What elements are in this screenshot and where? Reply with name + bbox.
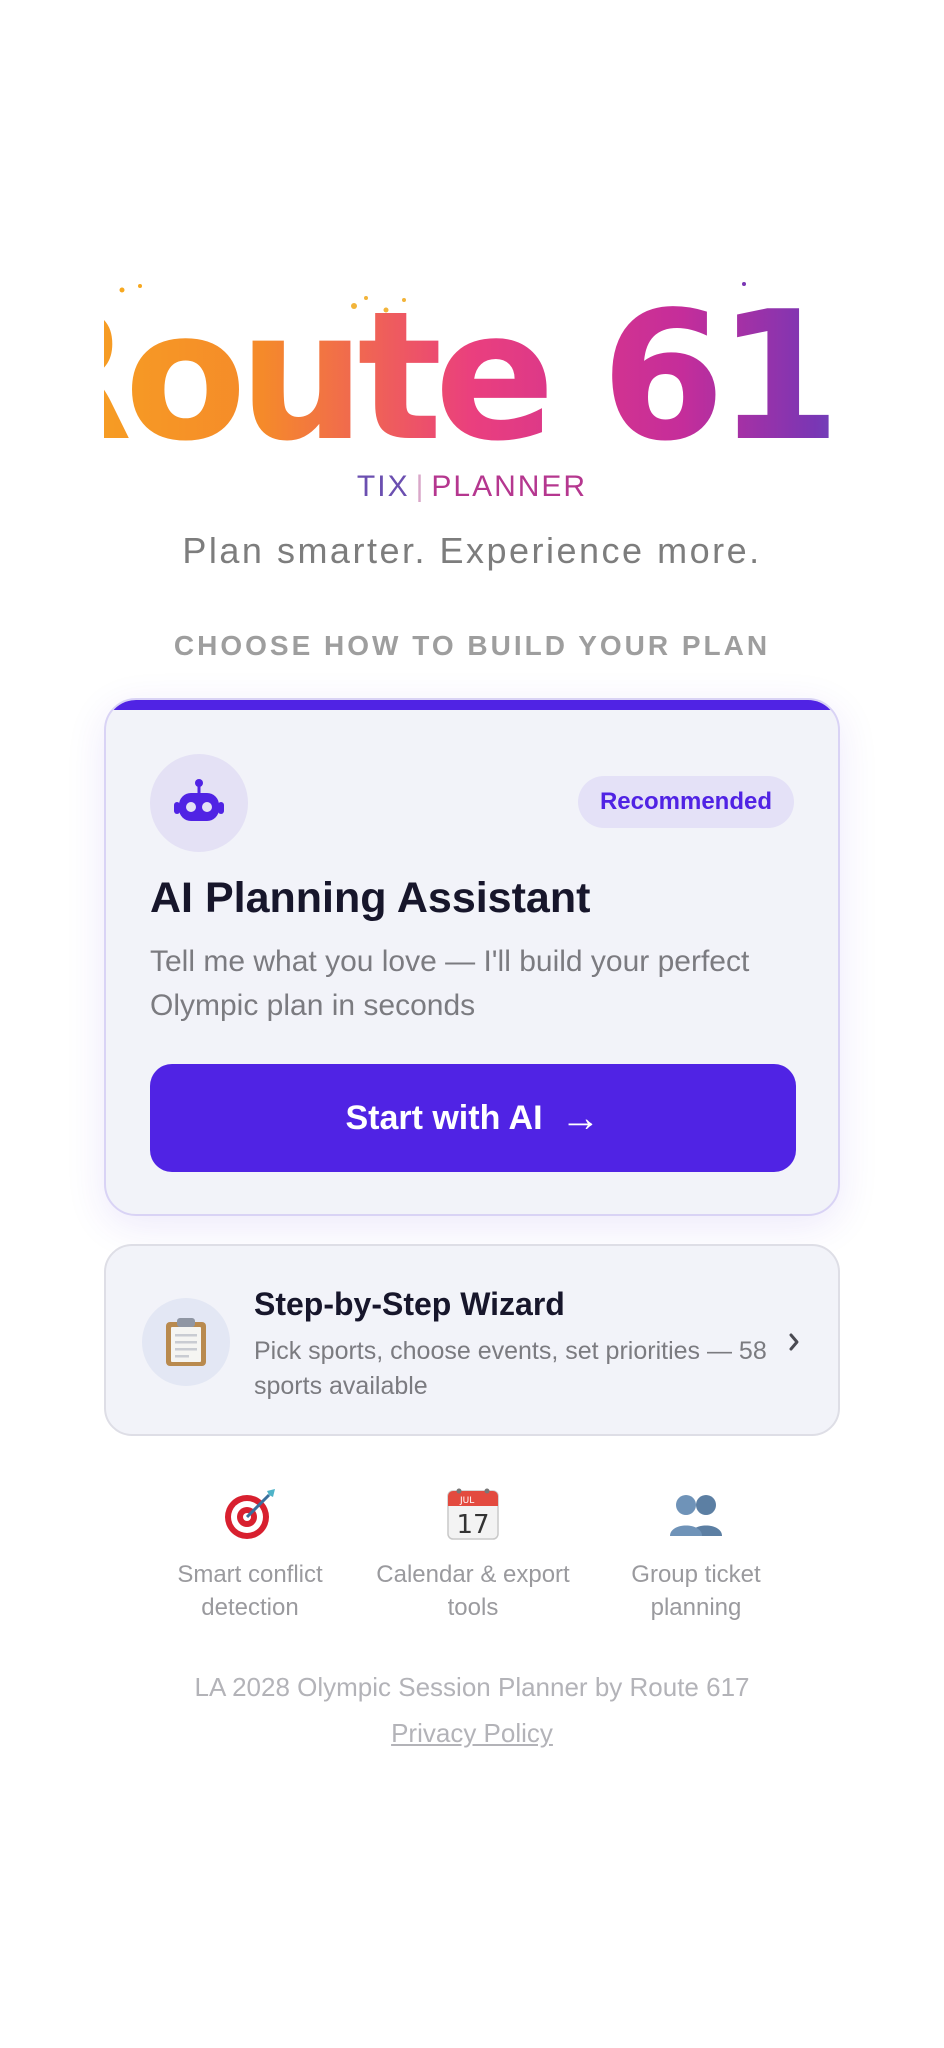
footer-text: LA 2028 Olympic Session Planner by Route…: [194, 1672, 750, 1702]
logo-sub-planner: PLANNER: [431, 470, 588, 503]
feature-label: Group ticket planning: [631, 1561, 761, 1621]
clipboard-icon: [142, 1298, 230, 1386]
arrow-right-icon: →: [560, 1095, 601, 1140]
logo-sub-separator: |: [415, 470, 426, 503]
robot-icon: [150, 754, 248, 852]
calendar-icon: JUL 17: [361, 1486, 585, 1542]
card-accent-bar: [106, 700, 838, 710]
ai-card-title: AI Planning Assistant: [150, 874, 591, 922]
logo-subtitle: TIX | PLANNER: [0, 470, 944, 504]
ai-planning-card[interactable]: Recommended AI Planning Assistant Tell m…: [104, 698, 840, 1216]
chevron-right-icon: [784, 1322, 804, 1362]
start-with-ai-button[interactable]: Start with AI →: [150, 1064, 796, 1172]
privacy-policy-link[interactable]: Privacy Policy: [0, 1718, 944, 1749]
landing-page: Route 617 TIX|PLANNER Plan smarter. Expe…: [0, 0, 944, 2048]
features-row: Smart conflict detection JUL 17 Calendar…: [138, 1486, 808, 1621]
wizard-card-description: Pick sports, choose events, set prioriti…: [254, 1337, 767, 1400]
calendar-month-text: JUL: [459, 1496, 474, 1506]
logo-wordmark: Route 617: [104, 273, 840, 470]
start-with-ai-label: Start with AI: [345, 1098, 543, 1137]
feature-calendar-export: JUL 17 Calendar & export tools: [361, 1486, 585, 1624]
ai-card-description: Tell me what you love — I'll build your …: [150, 945, 750, 1022]
recommended-badge: Recommended: [577, 776, 794, 828]
section-label: CHOOSE HOW TO BUILD YOUR PLAN: [173, 630, 771, 661]
step-by-step-wizard-card[interactable]: Step-by-Step Wizard Pick sports, choose …: [104, 1244, 840, 1436]
logo-sub-tix: TIX: [356, 470, 410, 503]
group-icon: [584, 1486, 808, 1542]
feature-label: Calendar & export tools: [376, 1561, 570, 1621]
tagline: Plan smarter. Experience more.: [182, 530, 762, 571]
feature-label: Smart conflict detection: [177, 1561, 323, 1621]
feature-conflict-detection: Smart conflict detection: [138, 1486, 362, 1624]
route617-logo: Route 617: [104, 270, 840, 470]
calendar-day-text: 17: [456, 1510, 489, 1540]
target-icon: [138, 1486, 362, 1542]
feature-group-tickets: Group ticket planning: [584, 1486, 808, 1624]
wizard-card-title: Step-by-Step Wizard: [254, 1286, 565, 1322]
